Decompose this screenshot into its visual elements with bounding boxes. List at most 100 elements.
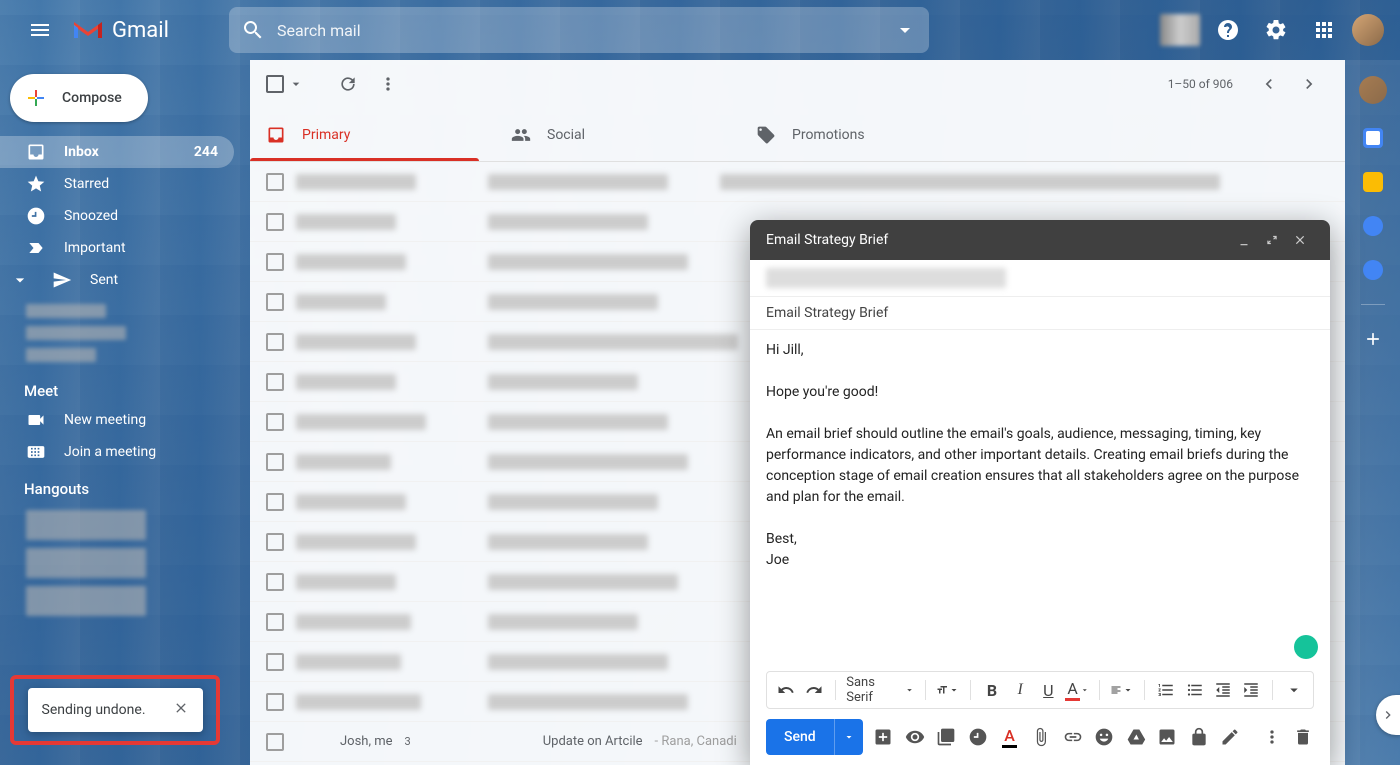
search-bar[interactable] bbox=[229, 7, 929, 53]
row-checkbox[interactable] bbox=[266, 373, 284, 391]
refresh-button[interactable] bbox=[328, 64, 368, 104]
minimize-button[interactable] bbox=[1230, 226, 1258, 254]
text-format-button[interactable]: A bbox=[999, 723, 1021, 751]
row-checkbox[interactable] bbox=[266, 493, 284, 511]
gmail-logo[interactable]: Gmail bbox=[72, 18, 169, 43]
calendar-addon-icon[interactable] bbox=[1363, 128, 1383, 148]
keyboard-icon bbox=[26, 442, 46, 462]
send-options-button[interactable] bbox=[834, 719, 863, 755]
chevron-left-icon bbox=[1259, 74, 1279, 94]
discard-draft-button[interactable] bbox=[1292, 723, 1314, 751]
addon-button-3[interactable] bbox=[936, 723, 958, 751]
align-button[interactable] bbox=[1110, 678, 1134, 702]
select-all-checkbox[interactable] bbox=[266, 75, 304, 93]
grammarly-widget-icon[interactable] bbox=[1294, 635, 1318, 659]
email-preview: - Rana, Canadi bbox=[655, 734, 737, 749]
sidebar-item-join-meeting[interactable]: Join a meeting bbox=[0, 436, 234, 468]
sidebar-item-inbox[interactable]: Inbox 244 bbox=[0, 136, 234, 168]
compose-window: Email Strategy Brief Email Strategy Brie… bbox=[750, 220, 1330, 765]
chevron-down-icon bbox=[948, 681, 960, 699]
settings-button[interactable] bbox=[1256, 10, 1296, 50]
row-checkbox[interactable] bbox=[266, 573, 284, 591]
apps-button[interactable] bbox=[1304, 10, 1344, 50]
schedule-button[interactable] bbox=[967, 723, 989, 751]
insert-signature-button[interactable] bbox=[1219, 723, 1241, 751]
support-button[interactable] bbox=[1208, 10, 1248, 50]
send-button[interactable]: Send bbox=[766, 719, 863, 755]
tab-primary[interactable]: Primary bbox=[250, 108, 495, 161]
addon-button-1[interactable] bbox=[873, 723, 895, 751]
insert-photo-button[interactable] bbox=[1156, 723, 1178, 751]
email-sender: Josh, me bbox=[340, 734, 393, 749]
insert-drive-button[interactable] bbox=[1125, 723, 1147, 751]
plus-icon bbox=[24, 86, 48, 110]
next-page-button[interactable] bbox=[1289, 64, 1329, 104]
confidential-mode-button[interactable] bbox=[1188, 723, 1210, 751]
chevron-down-icon bbox=[288, 76, 304, 92]
insert-link-button[interactable] bbox=[1062, 723, 1084, 751]
italic-button[interactable]: I bbox=[1009, 678, 1031, 702]
row-checkbox[interactable] bbox=[266, 613, 284, 631]
sidebar-item-starred[interactable]: Starred bbox=[0, 168, 234, 200]
undo-button[interactable] bbox=[775, 678, 797, 702]
row-checkbox[interactable] bbox=[266, 213, 284, 231]
email-row-blurred[interactable] bbox=[250, 162, 1345, 202]
get-addons-button[interactable] bbox=[1363, 329, 1383, 349]
text-color-button[interactable]: A bbox=[1065, 678, 1089, 702]
sidebar-item-important[interactable]: Important bbox=[0, 232, 234, 264]
sidebar-item-sent[interactable]: Sent bbox=[0, 264, 234, 296]
font-family-select[interactable]: Sans Serif bbox=[846, 675, 915, 705]
sidebar-item-new-meeting[interactable]: New meeting bbox=[0, 404, 234, 436]
row-checkbox[interactable] bbox=[266, 173, 284, 191]
more-formatting-button[interactable] bbox=[1283, 678, 1305, 702]
main-menu-button[interactable] bbox=[16, 6, 64, 54]
nav-label: Starred bbox=[64, 176, 234, 192]
recipients-field[interactable] bbox=[750, 260, 1330, 297]
compose-footer: Send A bbox=[750, 709, 1330, 765]
addon-button-2[interactable] bbox=[904, 723, 926, 751]
row-checkbox[interactable] bbox=[266, 693, 284, 711]
tasks-addon-icon[interactable] bbox=[1363, 216, 1383, 236]
account-avatar[interactable] bbox=[1352, 14, 1384, 46]
fullscreen-button[interactable] bbox=[1258, 226, 1286, 254]
rail-avatar[interactable] bbox=[1359, 76, 1387, 104]
attach-file-button[interactable] bbox=[1030, 723, 1052, 751]
bold-button[interactable]: B bbox=[981, 678, 1003, 702]
row-checkbox[interactable] bbox=[266, 253, 284, 271]
row-checkbox[interactable] bbox=[266, 293, 284, 311]
more-button[interactable] bbox=[368, 64, 408, 104]
underline-button[interactable]: U bbox=[1037, 678, 1059, 702]
compose-button[interactable]: Compose bbox=[10, 74, 148, 122]
insert-emoji-button[interactable] bbox=[1093, 723, 1115, 751]
indent-more-button[interactable] bbox=[1240, 678, 1262, 702]
pagination-info: 1–50 of 906 bbox=[1168, 77, 1233, 91]
search-options-icon[interactable] bbox=[893, 18, 917, 42]
prev-page-button[interactable] bbox=[1249, 64, 1289, 104]
indent-less-button[interactable] bbox=[1212, 678, 1234, 702]
minimize-icon bbox=[1237, 233, 1251, 247]
contacts-addon-icon[interactable] bbox=[1363, 260, 1383, 280]
row-checkbox[interactable] bbox=[266, 653, 284, 671]
search-input[interactable] bbox=[277, 21, 893, 40]
row-checkbox[interactable] bbox=[266, 453, 284, 471]
close-compose-button[interactable] bbox=[1286, 226, 1314, 254]
subject-field[interactable]: Email Strategy Brief bbox=[750, 297, 1330, 330]
row-checkbox[interactable] bbox=[266, 333, 284, 351]
toast-close-button[interactable] bbox=[173, 700, 189, 720]
tab-promotions[interactable]: Promotions bbox=[740, 108, 985, 161]
more-options-button[interactable] bbox=[1261, 723, 1283, 751]
compose-titlebar[interactable]: Email Strategy Brief bbox=[750, 220, 1330, 260]
keep-addon-icon[interactable] bbox=[1363, 172, 1383, 192]
row-checkbox[interactable] bbox=[266, 733, 284, 751]
sidebar-item-snoozed[interactable]: Snoozed bbox=[0, 200, 234, 232]
font-size-button[interactable] bbox=[936, 678, 960, 702]
meet-section-title: Meet bbox=[0, 370, 250, 404]
undo-toast: Sending undone. bbox=[28, 688, 203, 732]
compose-body-editor[interactable]: Hi Jill, Hope you're good! An email brie… bbox=[750, 330, 1330, 671]
numbered-list-button[interactable] bbox=[1155, 678, 1177, 702]
row-checkbox[interactable] bbox=[266, 413, 284, 431]
row-checkbox[interactable] bbox=[266, 533, 284, 551]
tab-social[interactable]: Social bbox=[495, 108, 740, 161]
redo-button[interactable] bbox=[803, 678, 825, 702]
bullet-list-button[interactable] bbox=[1183, 678, 1205, 702]
